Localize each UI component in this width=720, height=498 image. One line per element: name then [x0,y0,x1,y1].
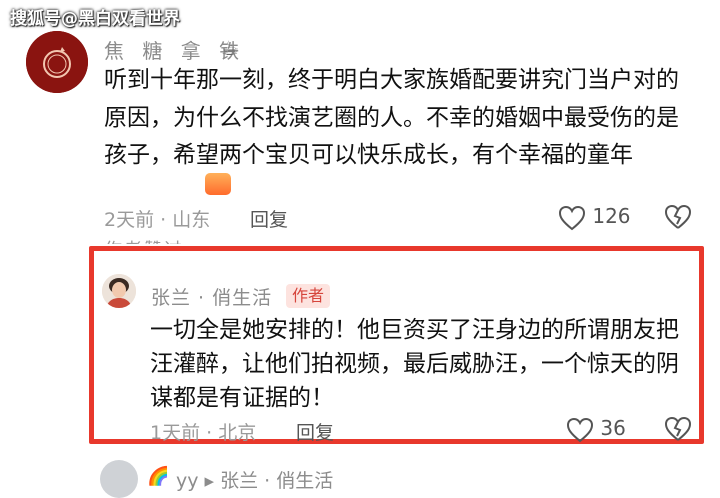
rainbow-icon: 🌈 [147,466,170,487]
broken-heart-icon [664,204,692,229]
comment-time-location: 2天前 · 山东 [104,209,211,231]
reply-like-button[interactable]: 36 [566,416,626,443]
comment-like-count: 126 [592,204,631,228]
heart-icon [566,417,594,442]
author-badge: 作者 [286,284,331,308]
watermark: 搜狐号@黑白双看世界 [10,9,180,29]
reply-avatar[interactable] [102,274,136,308]
comment-text: 听到十年那一刻，终于明白大家族婚配要讲究门当户对的原因，为什么不找演艺圈的人。不… [104,67,679,168]
next-reply-username[interactable]: yy ▸ 张兰 · 俏生活 [176,466,333,493]
reply-avatar-image [102,274,136,308]
next-reply-avatar[interactable] [100,460,138,498]
reply-reply-button[interactable]: 回复 [296,418,334,445]
author-liked-text: 作者赞过 [104,236,184,244]
reply-username[interactable]: 张兰 · 俏生活 [151,283,272,310]
reply-time-location: 1天前 · 北京 [150,422,257,444]
broken-heart-icon [664,416,692,441]
reply-like-count: 36 [600,416,626,440]
comment-reply-button[interactable]: 回复 [250,205,288,232]
avatar[interactable] [26,31,88,93]
comment-dislike-button[interactable] [664,204,692,235]
reply-dislike-button[interactable] [664,416,692,447]
avatar-image [26,31,88,93]
reply-text: 一切全是她安排的！他巨资买了汪身边的所谓朋友把汪灌醉，让他们拍视频，最后威胁汪，… [150,317,679,411]
cheer-emoji-icon [205,173,231,195]
heart-icon [558,205,586,230]
coffee-icon: ☕ [221,36,239,60]
comment-like-button[interactable]: 126 [558,204,631,231]
